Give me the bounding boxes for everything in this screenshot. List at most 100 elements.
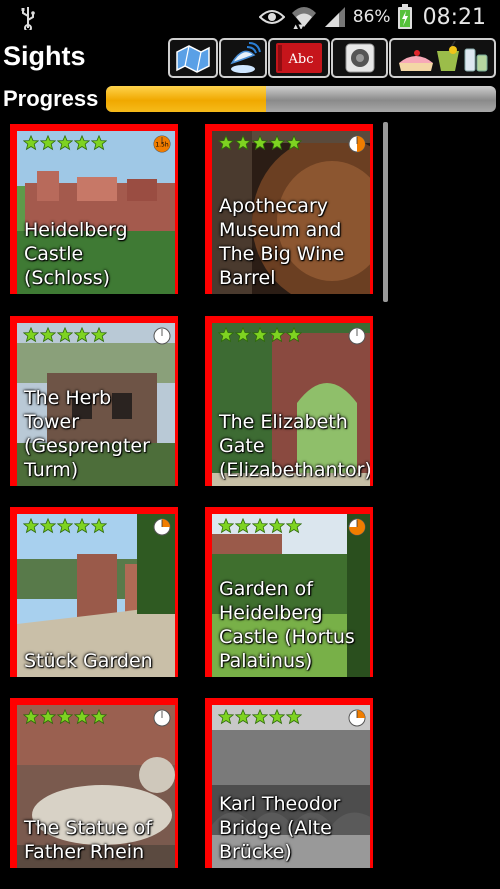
star-icon [269,709,285,725]
star-icon [91,709,107,725]
star-icon [235,135,251,151]
rating-stars [218,135,302,151]
timer-label: 1.5h [155,142,169,149]
timer-icon [348,709,366,727]
abc-book-icon: Abc [276,43,322,73]
audio-tool-button[interactable] [331,38,388,78]
timer-icon [348,135,366,153]
star-icon [269,518,285,534]
progress-row: Progress [0,84,500,116]
radar-tool-button[interactable] [219,38,267,78]
sight-title: The Elizabeth Gate (Elizabethantor) [219,411,370,481]
rating-stars [23,327,107,343]
rating-stars [218,327,302,343]
star-icon [91,135,107,151]
rating-stars [23,135,107,151]
star-icon [252,709,268,725]
sight-photo: Karl Theodor Bridge (Alte Brücke) [212,705,370,868]
sight-photo: Apothecary Museum and The Big Wine Barre… [212,131,370,294]
sight-photo: 1.5h Heidelberg Castle (Schloss) [17,131,175,294]
star-icon [252,327,268,343]
svg-text:▲▼: ▲▼ [293,23,304,29]
signal-icon [324,7,345,27]
star-icon [235,518,251,534]
sights-grid: 1.5h Heidelberg Castle (Schloss) Apotheca… [0,118,500,889]
star-icon [40,327,56,343]
speaker-icon [345,43,374,73]
wifi-icon: ▲▼ [291,7,316,29]
sight-title: The Statue of Father Rhein [24,817,153,863]
sight-title: Heidelberg Castle (Schloss) [24,219,128,289]
sight-card[interactable]: Apothecary Museum and The Big Wine Barre… [205,124,373,294]
timer-icon [153,709,171,727]
sight-title: Apothecary Museum and The Big Wine Barre… [219,195,345,289]
sight-card[interactable]: Karl Theodor Bridge (Alte Brücke) [205,698,373,868]
sight-card[interactable]: The Statue of Father Rhein [10,698,178,868]
abc-label: Abc [288,52,314,67]
star-icon [252,518,268,534]
star-icon [269,135,285,151]
star-icon [23,709,39,725]
star-icon [57,135,73,151]
rating-stars [218,709,302,725]
sight-title: Garden of Heidelberg Castle (Hortus Pala… [219,578,355,672]
star-icon [218,327,234,343]
star-icon [286,327,302,343]
dictionary-tool-button[interactable]: Abc [268,38,330,78]
star-icon [235,709,251,725]
star-icon [218,135,234,151]
rating-stars [218,518,302,534]
sight-card[interactable]: 1.5h Heidelberg Castle (Schloss) [10,124,178,294]
star-icon [40,518,56,534]
sight-card[interactable]: Stück Garden [10,507,178,677]
food-tool-button[interactable] [389,38,496,78]
sight-card[interactable]: The Elizabeth Gate (Elizabethantor) [205,316,373,486]
app-header: Sights Abc [0,36,500,82]
timer-icon [153,327,171,345]
sight-card[interactable]: Garden of Heidelberg Castle (Hortus Pala… [205,507,373,677]
star-icon [74,709,90,725]
rating-stars [23,709,107,725]
star-icon [286,135,302,151]
timer-icon [348,327,366,345]
star-icon [91,518,107,534]
map-icon [176,45,210,73]
timer-icon [348,518,366,536]
star-icon [269,327,285,343]
clock: 08:21 [422,4,486,30]
star-icon [91,327,107,343]
star-icon [57,327,73,343]
star-icon [23,518,39,534]
sight-photo: Garden of Heidelberg Castle (Hortus Pala… [212,514,370,677]
star-icon [23,135,39,151]
sight-photo: The Elizabeth Gate (Elizabethantor) [212,323,370,486]
progress-label: Progress [3,86,99,111]
usb-icon [21,7,35,30]
star-icon [74,518,90,534]
rating-stars [23,518,107,534]
eye-icon [258,10,285,24]
sight-title: Karl Theodor Bridge (Alte Brücke) [219,793,341,863]
star-icon [57,709,73,725]
radar-icon [230,42,261,73]
sight-title: The Herb Tower (Gesprengter Turm) [24,387,150,481]
food-drink-icon [398,41,487,72]
sight-card[interactable]: The Herb Tower (Gesprengter Turm) [10,316,178,486]
star-icon [252,135,268,151]
scrollbar[interactable] [383,122,388,302]
timer-icon [153,518,171,536]
sight-photo: The Statue of Father Rhein [17,705,175,868]
sight-photo: Stück Garden [17,514,175,677]
star-icon [23,327,39,343]
battery-charging-icon [397,4,412,29]
map-tool-button[interactable] [168,38,218,78]
star-icon [218,709,234,725]
star-icon [40,135,56,151]
page-title: Sights [3,41,86,71]
battery-percent: 86% [352,7,391,27]
star-icon [235,327,251,343]
star-icon [286,518,302,534]
status-bar: ▲▼ 86% 08:21 [0,0,500,36]
star-icon [218,518,234,534]
star-icon [74,135,90,151]
